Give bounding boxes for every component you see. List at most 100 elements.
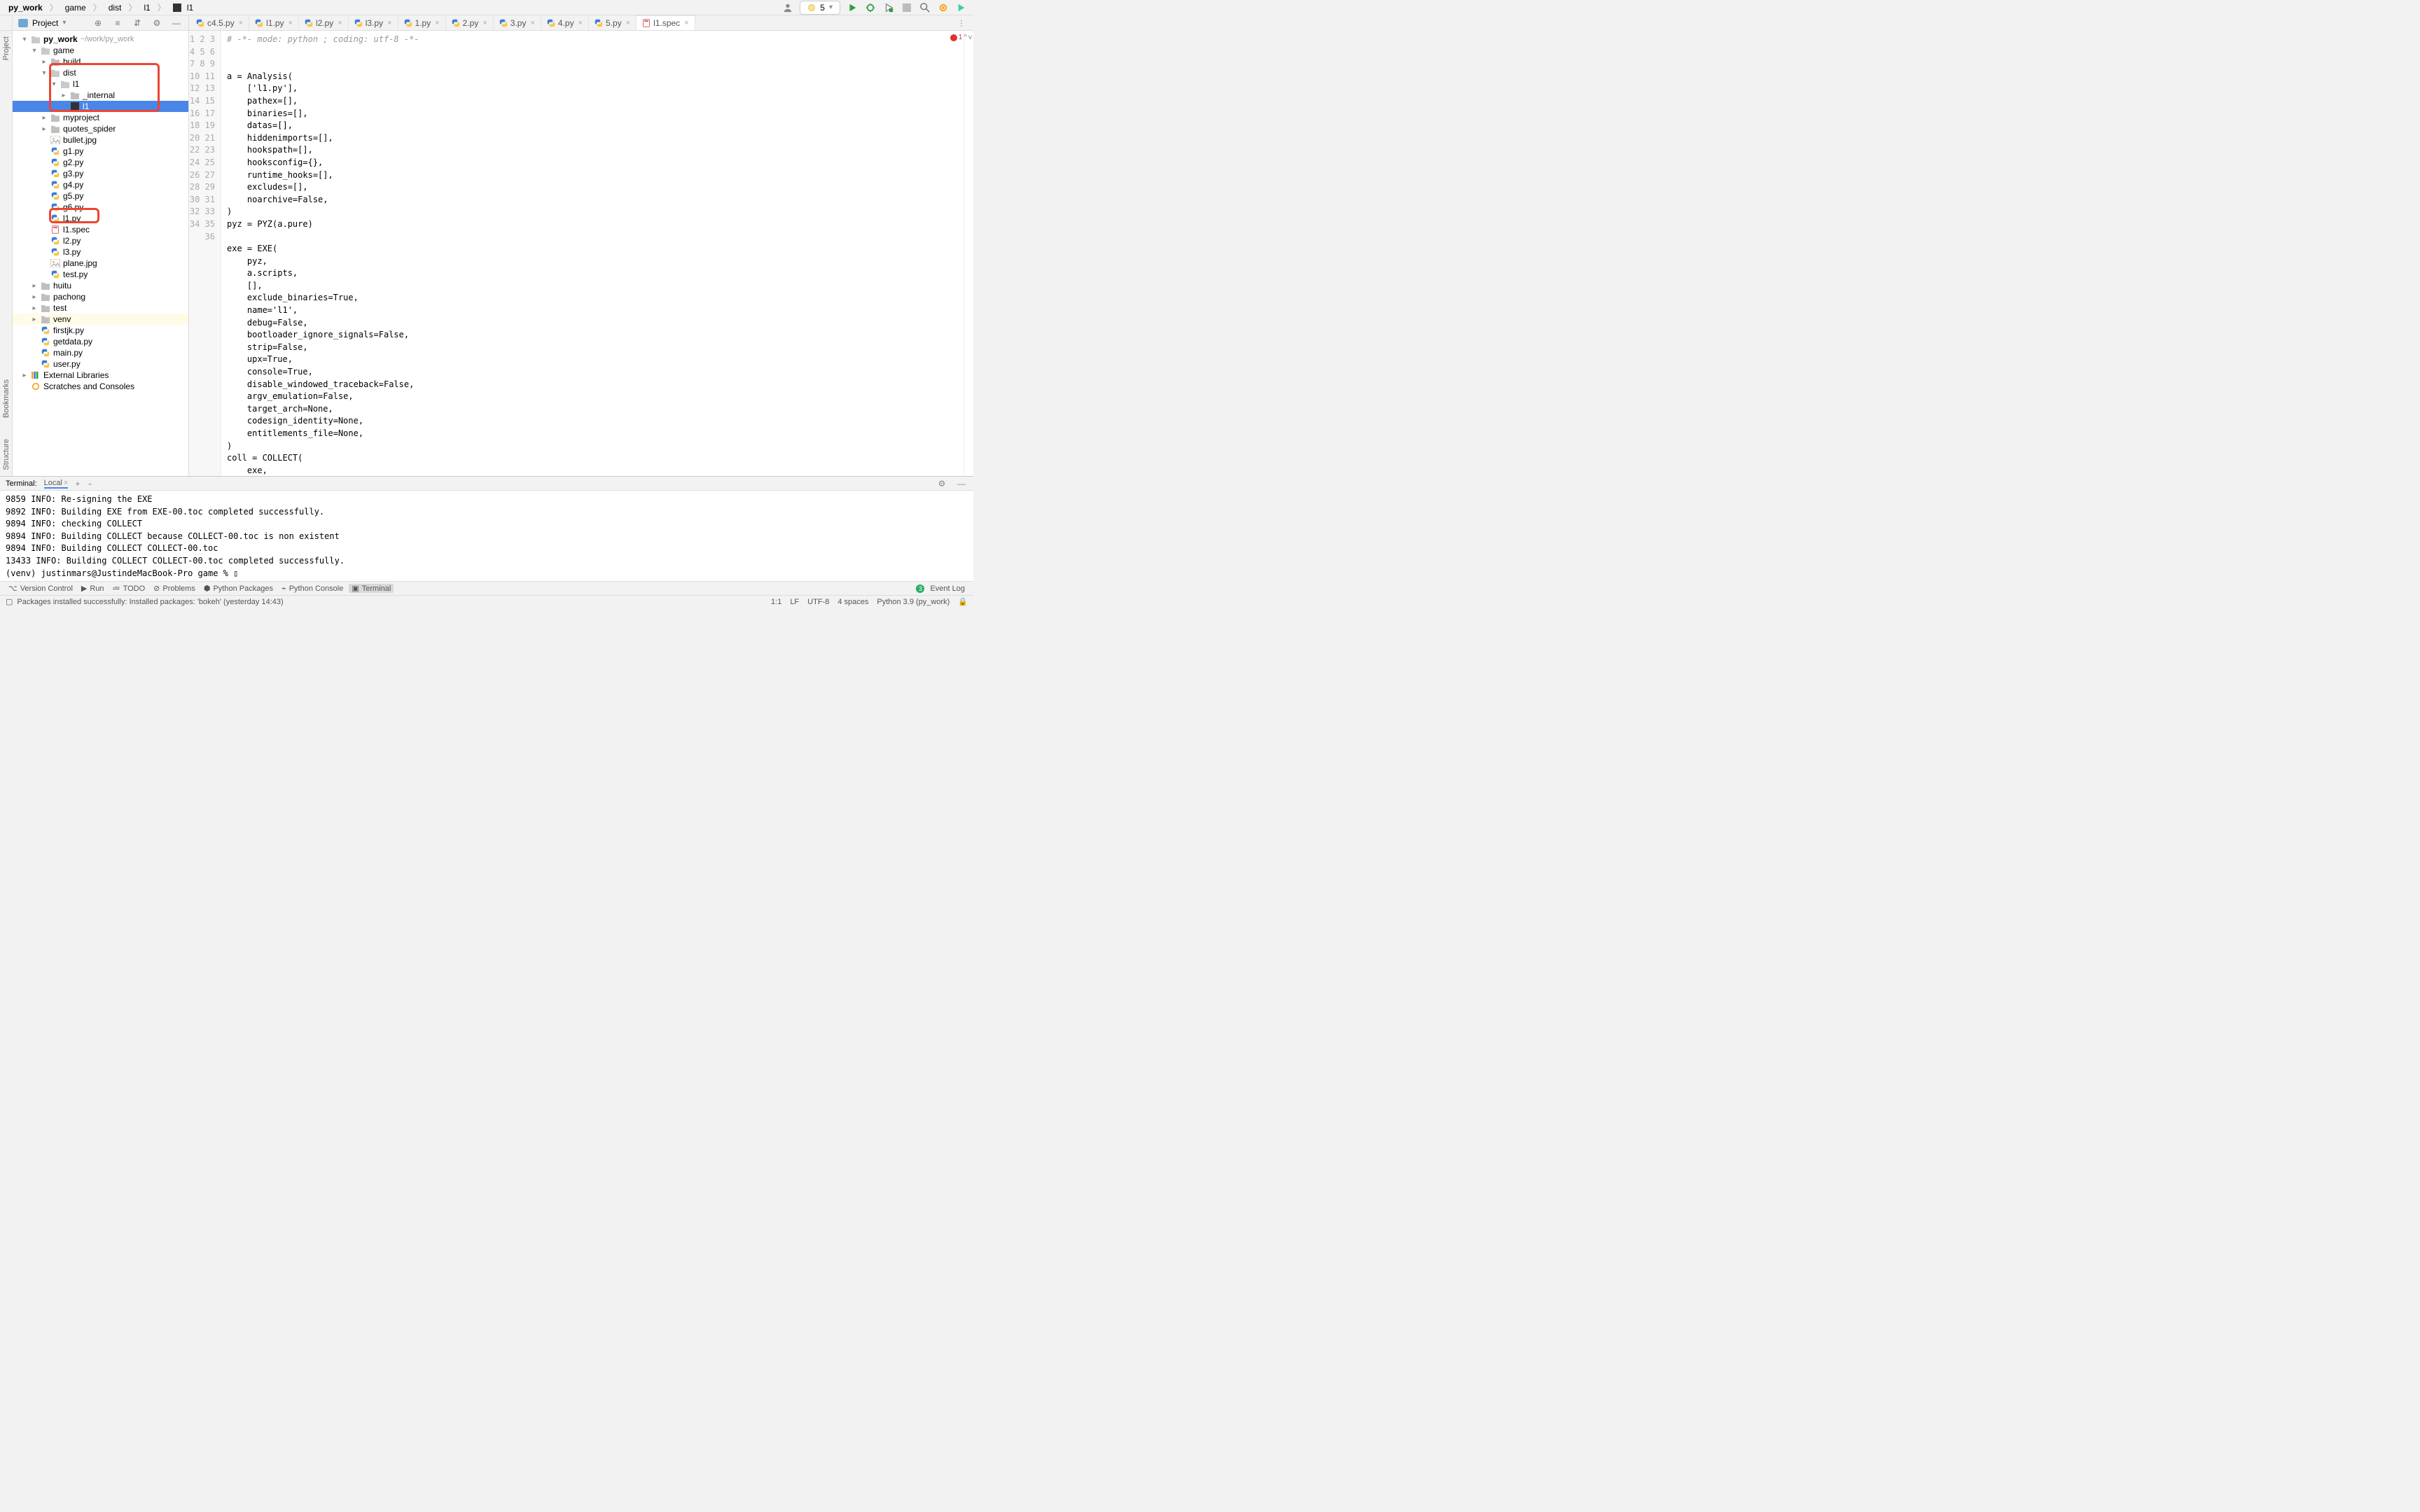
project-tree[interactable]: ▾py_work ~/work/py_work▾game▸build▾dist▾… (13, 31, 189, 476)
breadcrumb-item[interactable]: l1 (141, 3, 153, 13)
tree-row[interactable]: ▸build (13, 56, 188, 67)
caret-icon[interactable]: ▸ (60, 92, 67, 99)
tree-row[interactable]: ▾dist (13, 67, 188, 78)
tree-row[interactable]: ▾game (13, 45, 188, 56)
error-indicator[interactable]: 1 ^ v (950, 34, 972, 41)
tree-row[interactable]: g6.py (13, 202, 188, 213)
new-terminal-button[interactable]: + (75, 479, 80, 489)
tree-row[interactable]: l1.spec (13, 224, 188, 235)
editor-tab[interactable]: 1.py× (398, 15, 446, 30)
chevron-down-icon[interactable]: ⌄ (87, 479, 92, 487)
tree-row[interactable]: ▸venv (13, 314, 188, 325)
editor-tab[interactable]: l2.py× (299, 15, 349, 30)
lock-icon[interactable]: 🔒 (958, 597, 968, 606)
close-icon[interactable]: × (64, 479, 68, 487)
caret-icon[interactable]: ▾ (41, 69, 48, 77)
status-icon[interactable]: ▢ (6, 597, 13, 606)
debug-button[interactable] (864, 1, 877, 14)
tree-row[interactable]: Scratches and Consoles (13, 381, 188, 392)
tool-tab-structure[interactable]: Structure (2, 439, 11, 470)
tree-row[interactable]: ▾py_work ~/work/py_work (13, 34, 188, 45)
chevron-down-icon[interactable]: ▾ (62, 19, 66, 27)
tree-row[interactable]: plane.jpg (13, 258, 188, 269)
caret-icon[interactable]: ▾ (50, 80, 57, 88)
tree-row[interactable]: ▸quotes_spider (13, 123, 188, 134)
editor-tab[interactable]: c4.5.py× (190, 15, 249, 30)
tree-row[interactable]: ▸huitu (13, 280, 188, 291)
bottom-tab-term[interactable]: ▣Terminal (349, 584, 394, 593)
tree-row[interactable]: getdata.py (13, 336, 188, 347)
tree-row[interactable]: main.py (13, 347, 188, 358)
close-icon[interactable]: × (684, 19, 688, 27)
tree-row[interactable]: bullet.jpg (13, 134, 188, 146)
caret-icon[interactable]: ▸ (41, 125, 48, 133)
user-icon[interactable] (781, 1, 794, 14)
terminal-output[interactable]: 9859 INFO: Re-signing the EXE 9892 INFO:… (0, 491, 973, 581)
breadcrumb[interactable]: py_work 〉 game 〉 dist 〉 l1 〉 l1 (6, 1, 199, 13)
close-icon[interactable]: × (482, 19, 487, 27)
caret-icon[interactable]: ▸ (21, 372, 28, 379)
breadcrumb-item[interactable]: game (62, 3, 89, 13)
gear-icon[interactable]: ⚙ (151, 17, 163, 29)
breadcrumb-item[interactable]: dist (106, 3, 125, 13)
close-icon[interactable]: × (288, 19, 293, 27)
editor-tab[interactable]: 4.py× (541, 15, 589, 30)
select-opened-icon[interactable]: ⊕ (92, 17, 104, 29)
close-icon[interactable]: × (338, 19, 342, 27)
close-icon[interactable]: × (435, 19, 439, 27)
hide-icon[interactable]: — (170, 17, 183, 29)
editor-tab[interactable]: l3.py× (349, 15, 398, 30)
run-button[interactable] (846, 1, 858, 14)
ide-update-icon[interactable] (955, 1, 968, 14)
editor-tab[interactable]: l1.py× (249, 15, 299, 30)
tree-row[interactable]: ▸pachong (13, 291, 188, 302)
caret-icon[interactable]: ▾ (21, 36, 28, 43)
editor-tab[interactable]: 3.py× (494, 15, 541, 30)
tree-row[interactable]: g5.py (13, 190, 188, 202)
caret-icon[interactable]: ▸ (31, 293, 38, 301)
tree-row[interactable]: g1.py (13, 146, 188, 157)
search-icon[interactable] (919, 1, 931, 14)
bottom-tab-run[interactable]: ▶Run (78, 584, 107, 593)
bottom-tab-pkg[interactable]: ⬢Python Packages (201, 584, 276, 593)
tree-row[interactable]: ▸test (13, 302, 188, 314)
caret-icon[interactable]: ▸ (41, 58, 48, 66)
sync-icon[interactable] (937, 1, 950, 14)
caret-icon[interactable]: ▸ (31, 304, 38, 312)
line-separator[interactable]: LF (790, 598, 799, 606)
tree-row[interactable]: ▸myproject (13, 112, 188, 123)
bottom-tab-pycon[interactable]: ⌁Python Console (279, 584, 346, 593)
tabs-more-icon[interactable]: ⋮ (955, 17, 968, 29)
code-area[interactable]: # -*- mode: python ; coding: utf-8 -*- a… (221, 31, 964, 476)
python-interpreter[interactable]: Python 3.9 (py_work) (877, 598, 950, 606)
tree-row[interactable]: l1 (13, 101, 188, 112)
indent-setting[interactable]: 4 spaces (837, 598, 868, 606)
tree-row[interactable]: l2.py (13, 235, 188, 246)
tree-row[interactable]: g4.py (13, 179, 188, 190)
editor-tab[interactable]: 2.py× (446, 15, 494, 30)
close-icon[interactable]: × (239, 19, 243, 27)
coverage-button[interactable] (882, 1, 895, 14)
bottom-tab-problems[interactable]: ⊘Problems (151, 584, 198, 593)
tree-row[interactable]: g3.py (13, 168, 188, 179)
file-encoding[interactable]: UTF-8 (807, 598, 829, 606)
collapse-all-icon[interactable]: ⇵ (131, 17, 144, 29)
close-icon[interactable]: × (530, 19, 534, 27)
gear-icon[interactable]: ⚙ (936, 477, 948, 490)
caret-icon[interactable]: ▸ (31, 282, 38, 290)
tree-row[interactable]: firstjk.py (13, 325, 188, 336)
tree-row[interactable]: l3.py (13, 246, 188, 258)
event-log[interactable]: 3 Event Log (913, 584, 968, 593)
caret-icon[interactable]: ▸ (31, 316, 38, 323)
close-icon[interactable]: × (578, 19, 583, 27)
tree-row[interactable]: ▾l1 (13, 78, 188, 90)
tree-row[interactable]: g2.py (13, 157, 188, 168)
close-icon[interactable]: × (626, 19, 630, 27)
close-icon[interactable]: × (387, 19, 391, 27)
tool-tab-project[interactable]: Project (2, 36, 11, 60)
bottom-tab-todo[interactable]: ≔TODO (110, 584, 148, 593)
editor-tab[interactable]: 5.py× (589, 15, 637, 30)
run-config-selector[interactable]: 5 ▾ (800, 1, 840, 15)
tool-tab-bookmarks[interactable]: Bookmarks (2, 379, 11, 418)
tree-row[interactable]: user.py (13, 358, 188, 370)
